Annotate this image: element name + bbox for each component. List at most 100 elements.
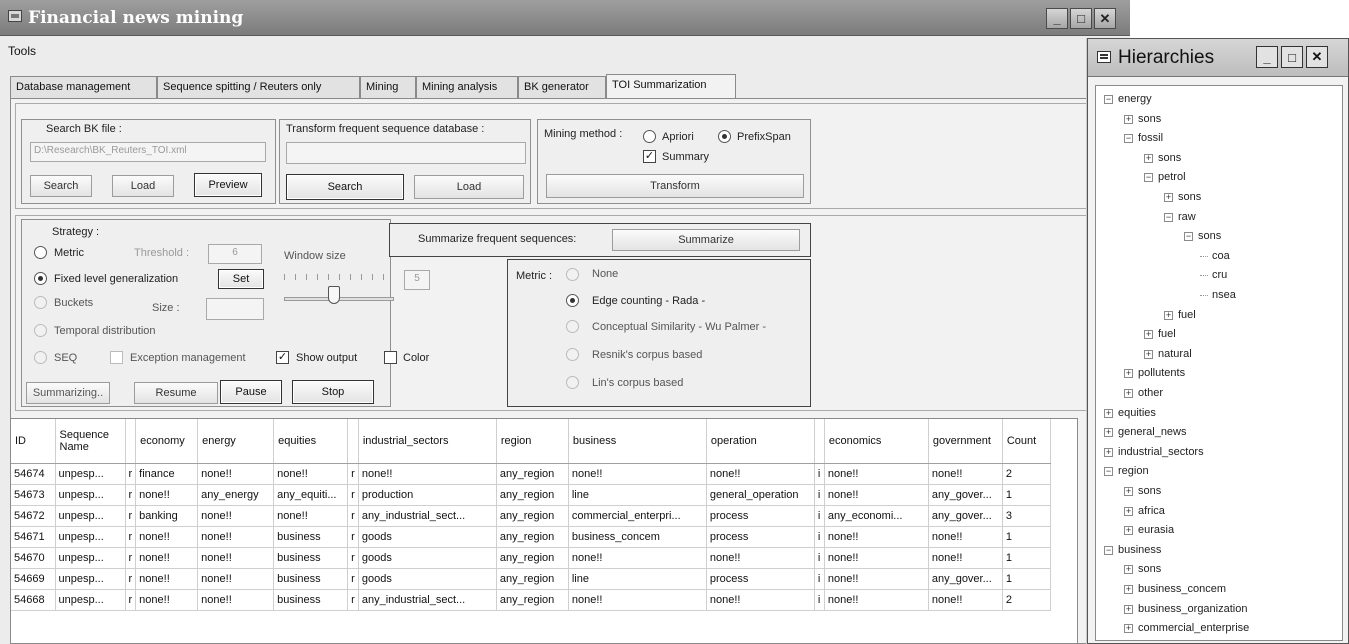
tree-node-commercial-enterprise[interactable]: commercial_enterprise: [1138, 621, 1249, 635]
tree-node-sons[interactable]: sons: [1138, 112, 1161, 126]
tree-node-coa[interactable]: coa: [1212, 249, 1230, 263]
column-header[interactable]: business: [568, 419, 707, 464]
collapse-icon[interactable]: −: [1124, 134, 1133, 144]
summary-checkbox[interactable]: ✓: [643, 150, 656, 163]
collapse-icon[interactable]: −: [1144, 173, 1153, 183]
collapse-icon[interactable]: −: [1104, 467, 1113, 477]
expand-icon[interactable]: +: [1164, 193, 1173, 202]
tree-node-cru[interactable]: cru: [1212, 268, 1227, 282]
prefixspan-radio[interactable]: [718, 130, 731, 143]
tree-node-business-organization[interactable]: business_organization: [1138, 602, 1247, 616]
collapse-icon[interactable]: −: [1104, 95, 1113, 104]
collapse-icon[interactable]: −: [1104, 545, 1113, 555]
minimize-icon[interactable]: _: [1256, 46, 1278, 68]
fixed-level-radio[interactable]: [34, 272, 47, 285]
tree-node-business[interactable]: business: [1118, 543, 1161, 557]
expand-icon[interactable]: +: [1104, 428, 1113, 438]
tree-node-fuel[interactable]: fuel: [1158, 327, 1176, 341]
bk-path-field[interactable]: D:\Research\BK_Reuters_TOI.xml: [30, 142, 266, 162]
table-row[interactable]: 54673 unpesp... r none!! any_energy any_equit…: [11, 484, 1051, 506]
table-row[interactable]: 54672 unpesp... r banking none!! none!! r any_i…: [11, 505, 1051, 527]
minimize-icon[interactable]: _: [1046, 8, 1068, 29]
tree-node-eurasia[interactable]: eurasia: [1138, 523, 1174, 537]
tree-node-industrial-sectors[interactable]: industrial_sectors: [1118, 445, 1204, 459]
pause-button[interactable]: Pause: [220, 380, 282, 404]
expand-icon[interactable]: +: [1124, 506, 1133, 516]
column-header[interactable]: [814, 419, 825, 464]
tree-node-fuel[interactable]: fuel: [1178, 308, 1196, 322]
tree-node-region[interactable]: region: [1118, 464, 1149, 478]
maximize-icon[interactable]: □: [1070, 8, 1092, 29]
seq-radio[interactable]: [34, 351, 47, 364]
menu-tools[interactable]: Tools: [8, 44, 36, 58]
tree-node-fossil[interactable]: fossil: [1138, 131, 1163, 145]
metric-resnik-radio[interactable]: [566, 348, 579, 361]
tree-node-sons[interactable]: sons: [1198, 229, 1221, 243]
threshold-field[interactable]: 6: [208, 244, 262, 264]
metric-wupalmer-radio[interactable]: [566, 320, 579, 333]
tab-sequence-spitting[interactable]: Sequence spitting / Reuters only: [157, 76, 360, 98]
tree-node-sons[interactable]: sons: [1158, 151, 1181, 165]
column-header[interactable]: economy: [135, 419, 199, 464]
column-header[interactable]: government: [928, 419, 1003, 464]
transform-button[interactable]: Transform: [546, 174, 804, 198]
hierarchy-tree[interactable]: − energy + sons − fossil + sons − petrol + sons − raw…: [1095, 85, 1343, 641]
tab-toi-summarization[interactable]: TOI Summarization: [606, 74, 736, 99]
tab-database-management[interactable]: Database management: [10, 76, 157, 98]
transform-db-path-field[interactable]: [286, 142, 526, 164]
tree-node-business-concem[interactable]: business_concem: [1138, 582, 1226, 596]
tree-node-pollutents[interactable]: pollutents: [1138, 366, 1185, 380]
summarize-button[interactable]: Summarize: [612, 229, 800, 251]
show-output-checkbox[interactable]: ✓: [276, 351, 289, 364]
tree-node-africa[interactable]: africa: [1138, 504, 1165, 518]
tab-bk-generator[interactable]: BK generator: [518, 76, 606, 98]
metric-radio[interactable]: [34, 246, 47, 259]
column-header[interactable]: Sequence Name: [55, 419, 126, 464]
bk-search-button[interactable]: Search: [30, 175, 92, 197]
bk-load-button[interactable]: Load: [112, 175, 174, 197]
window-size-field[interactable]: 5: [404, 270, 430, 290]
expand-icon[interactable]: +: [1104, 447, 1113, 457]
expand-icon[interactable]: +: [1104, 408, 1113, 418]
close-icon[interactable]: ✕: [1094, 8, 1116, 29]
tab-mining-analysis[interactable]: Mining analysis: [416, 76, 518, 98]
tree-node-general-news[interactable]: general_news: [1118, 425, 1187, 439]
tree-node-nsea[interactable]: nsea: [1212, 288, 1236, 302]
column-header[interactable]: economics: [824, 419, 929, 464]
metric-none-radio[interactable]: [566, 268, 579, 281]
expand-icon[interactable]: +: [1124, 604, 1133, 614]
table-row[interactable]: 54670 unpesp... r none!! none!! business r good…: [11, 547, 1051, 569]
transform-load-button[interactable]: Load: [414, 175, 524, 199]
slider-thumb[interactable]: [328, 286, 340, 304]
expand-icon[interactable]: +: [1144, 330, 1153, 340]
temporal-radio[interactable]: [34, 324, 47, 337]
column-header[interactable]: [347, 419, 359, 464]
color-checkbox[interactable]: [384, 351, 397, 364]
transform-search-button[interactable]: Search: [286, 174, 404, 200]
expand-icon[interactable]: +: [1124, 369, 1133, 379]
metric-edge-radio[interactable]: [566, 294, 579, 307]
close-icon[interactable]: ✕: [1306, 46, 1328, 68]
tree-node-raw[interactable]: raw: [1178, 210, 1196, 224]
summarizing-button[interactable]: Summarizing..: [26, 382, 110, 404]
column-header[interactable]: ID: [11, 419, 56, 464]
tree-node-other[interactable]: other: [1138, 386, 1163, 400]
column-header[interactable]: equities: [273, 419, 349, 464]
tree-node-energy[interactable]: energy: [1118, 92, 1152, 106]
expand-icon[interactable]: +: [1124, 526, 1133, 536]
stop-button[interactable]: Stop: [292, 380, 374, 404]
exception-checkbox[interactable]: [110, 351, 123, 364]
table-row[interactable]: 54674 unpesp... r finance none!! none!! r none!…: [11, 463, 1051, 485]
expand-icon[interactable]: +: [1124, 565, 1133, 575]
expand-icon[interactable]: +: [1144, 349, 1153, 359]
maximize-icon[interactable]: □: [1281, 46, 1303, 68]
size-field[interactable]: [206, 298, 264, 320]
apriori-radio[interactable]: [643, 130, 656, 143]
tree-node-natural[interactable]: natural: [1158, 347, 1192, 361]
results-grid[interactable]: ID Sequence Name economy energy equities indu…: [10, 418, 1078, 644]
buckets-radio[interactable]: [34, 296, 47, 309]
tree-node-sons[interactable]: sons: [1138, 484, 1161, 498]
table-row[interactable]: 54671 unpesp... r none!! none!! business r good…: [11, 526, 1051, 548]
expand-icon[interactable]: +: [1124, 585, 1133, 594]
column-header[interactable]: operation: [706, 419, 815, 464]
